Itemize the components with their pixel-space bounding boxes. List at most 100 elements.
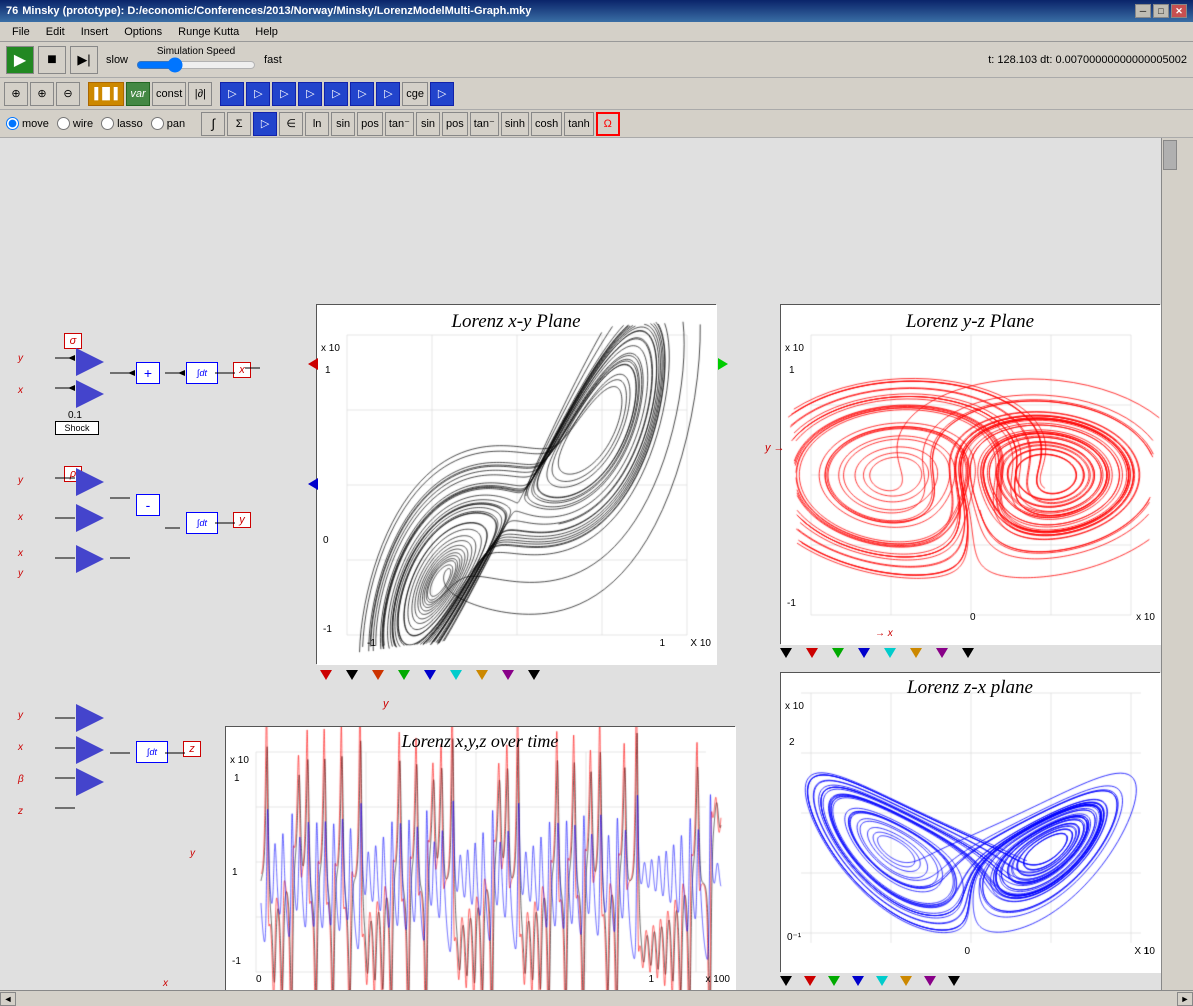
op-btn-4[interactable]: ▷ [298, 82, 322, 106]
integrator-2[interactable]: ∫dt [186, 512, 218, 534]
y-output[interactable]: y [233, 512, 251, 528]
godley-button[interactable]: ▐▐▌▌ [88, 82, 124, 106]
minus-block[interactable]: - [136, 494, 160, 516]
z-output[interactable]: z [183, 741, 201, 757]
integrator-1[interactable]: ∫dt [186, 362, 218, 384]
zh6[interactable] [900, 976, 912, 986]
op-btn-2[interactable]: ▷ [246, 82, 270, 106]
handle-green-right-1[interactable] [718, 358, 728, 370]
math-btn-pos[interactable]: pos [357, 112, 383, 136]
zh4[interactable] [852, 976, 864, 986]
handle-blue-left-1[interactable] [308, 478, 318, 490]
h6[interactable] [450, 670, 462, 680]
h9[interactable] [528, 670, 540, 680]
plot-timeseries[interactable]: Lorenz x,y,z over time x 10 1 1 -1 0 1 x… [225, 726, 735, 990]
handle-red-left-1[interactable] [308, 358, 318, 370]
zh5[interactable] [876, 976, 888, 986]
minimize-button[interactable]: ─ [1135, 4, 1151, 18]
menu-edit[interactable]: Edit [38, 24, 73, 40]
h4[interactable] [398, 670, 410, 680]
op-btn-3[interactable]: ▷ [272, 82, 296, 106]
const-01: 0.1 [68, 410, 82, 421]
cge-button[interactable]: cge [402, 82, 428, 106]
math-btn-sinh[interactable]: sinh [501, 112, 529, 136]
bh1[interactable] [780, 648, 792, 658]
menu-help[interactable]: Help [247, 24, 286, 40]
math-btn-pos2[interactable]: pos [442, 112, 468, 136]
h3[interactable] [372, 670, 384, 680]
menu-rungekutta[interactable]: Runge Kutta [170, 24, 247, 40]
zx-yneg1: 0⁻¹ [787, 932, 801, 943]
h2[interactable] [346, 670, 358, 680]
math-btn-tan2[interactable]: tan⁻ [470, 112, 499, 136]
bh6[interactable] [910, 648, 922, 658]
shock-block[interactable]: Shock [55, 421, 99, 435]
math-btn-sin2[interactable]: sin [416, 112, 440, 136]
scroll-left-btn[interactable]: ◄ [0, 992, 16, 1006]
math-btn-sin[interactable]: sin [331, 112, 355, 136]
bh4[interactable] [858, 648, 870, 658]
maximize-button[interactable]: □ [1153, 4, 1169, 18]
math-btn-in[interactable]: ∈ [279, 112, 303, 136]
const-button[interactable]: const [152, 82, 186, 106]
menu-file[interactable]: File [4, 24, 38, 40]
math-btn-tan[interactable]: tan⁻ [385, 112, 414, 136]
step-button[interactable]: ▶| [70, 46, 98, 74]
zh7[interactable] [924, 976, 936, 986]
math-btn-sum[interactable]: Σ [227, 112, 251, 136]
h7[interactable] [476, 670, 488, 680]
menu-options[interactable]: Options [116, 24, 170, 40]
mode-move[interactable]: move [6, 117, 49, 130]
scrollbar-right[interactable] [1161, 138, 1177, 990]
h5[interactable] [424, 670, 436, 680]
scroll-right-btn[interactable]: ► [1177, 992, 1193, 1006]
scrollbar-thumb[interactable] [1163, 140, 1177, 170]
var-button[interactable]: var [126, 82, 150, 106]
math-btn-r1[interactable]: ▷ [253, 112, 277, 136]
stop-button[interactable]: ■ [38, 46, 66, 74]
mode-pan[interactable]: pan [151, 117, 185, 130]
math-btn-int[interactable]: ∫ [201, 112, 225, 136]
integrator-3[interactable]: ∫dt [136, 741, 168, 763]
play-button[interactable]: ▶ [6, 46, 34, 74]
zh8[interactable] [948, 976, 960, 986]
op-btn-1[interactable]: ▷ [220, 82, 244, 106]
plot-zx-plane[interactable]: Lorenz z-x plane x 10 2 0⁻¹ X 10 0 1 [780, 672, 1160, 972]
bh8[interactable] [962, 648, 974, 658]
speed-slider[interactable] [136, 57, 256, 73]
h1[interactable] [320, 670, 332, 680]
zh2[interactable] [804, 976, 816, 986]
deriv-button[interactable]: |∂| [188, 82, 212, 106]
plot-xy-plane[interactable]: Lorenz x-y Plane x 10 1 0 -1 -1 1 X 10 [316, 304, 716, 664]
math-btn-omega[interactable]: Ω [596, 112, 620, 136]
bh3[interactable] [832, 648, 844, 658]
math-btn-cosh[interactable]: cosh [531, 112, 562, 136]
zoom-out-button[interactable]: ⊖ [56, 82, 80, 106]
op-btn-8[interactable]: ▷ [430, 82, 454, 106]
speed-fast-label: fast [264, 54, 282, 66]
op-btn-5[interactable]: ▷ [324, 82, 348, 106]
ts-x0: 0 [256, 974, 262, 985]
bh5[interactable] [884, 648, 896, 658]
sigma-var[interactable]: σ [64, 333, 82, 349]
zh1[interactable] [780, 976, 792, 986]
zh3[interactable] [828, 976, 840, 986]
menu-insert[interactable]: Insert [73, 24, 117, 40]
plot-yz-plane[interactable]: Lorenz y-z Plane x 10 1 -1 x 10 0 [780, 304, 1160, 644]
zoom-fit-button[interactable]: ⊕ [30, 82, 54, 106]
math-btn-ln[interactable]: ln [305, 112, 329, 136]
h8[interactable] [502, 670, 514, 680]
bh7[interactable] [936, 648, 948, 658]
x-output-1[interactable]: x [233, 362, 251, 378]
zoom-in-button[interactable]: ⊕ [4, 82, 28, 106]
main-canvas[interactable]: σ y x + ∫dt x 0.1 Shock ρ y x x y - ∫dt … [0, 138, 1177, 990]
op-btn-6[interactable]: ▷ [350, 82, 374, 106]
op-btn-7[interactable]: ▷ [376, 82, 400, 106]
mode-lasso[interactable]: lasso [101, 117, 143, 130]
bh2[interactable] [806, 648, 818, 658]
scroll-track[interactable] [16, 993, 1177, 1005]
math-btn-tanh[interactable]: tanh [564, 112, 593, 136]
close-button[interactable]: ✕ [1171, 4, 1187, 18]
mode-wire[interactable]: wire [57, 117, 93, 130]
plus-block-1[interactable]: + [136, 362, 160, 384]
